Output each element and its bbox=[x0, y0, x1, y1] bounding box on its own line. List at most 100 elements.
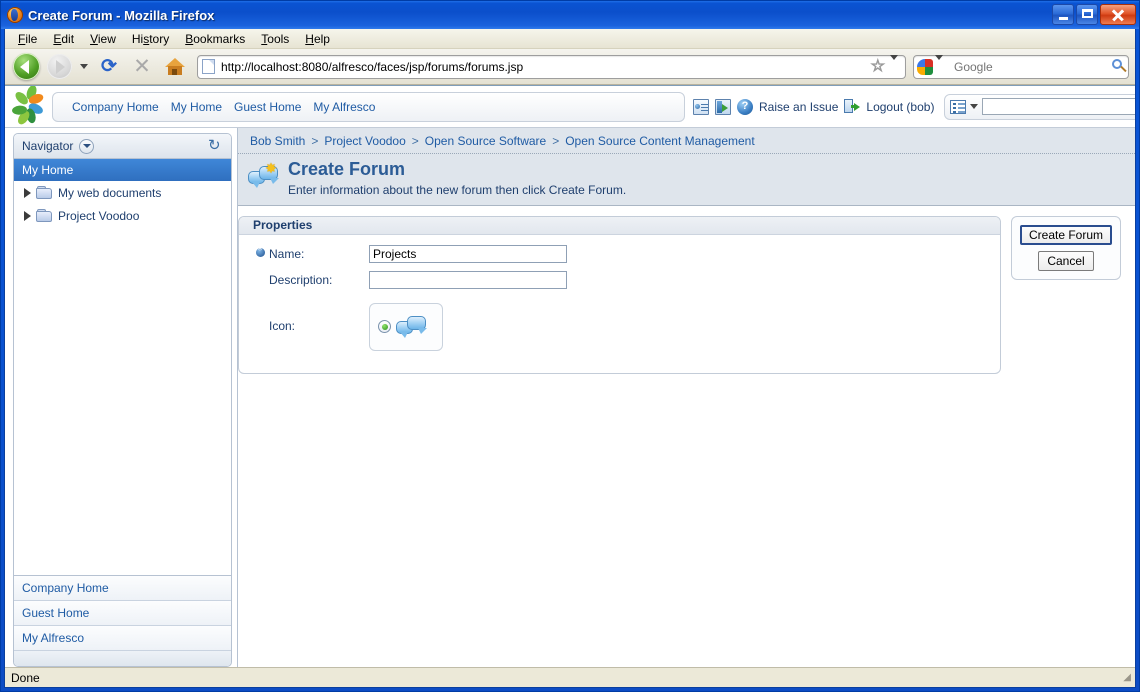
browser-search-input[interactable] bbox=[948, 58, 1111, 75]
page-title: Create Forum bbox=[288, 159, 406, 179]
page-viewport: Company Home My Home Guest Home My Alfre… bbox=[5, 85, 1135, 667]
content-body: Properties Name: Description: bbox=[238, 205, 1135, 667]
tree-item-my-web-documents[interactable]: My web documents bbox=[14, 181, 231, 204]
sidebar-item-my-home[interactable]: My Home bbox=[14, 159, 231, 181]
navigator-collapse-icon[interactable] bbox=[79, 138, 95, 154]
shelf-toggle-icon[interactable] bbox=[715, 98, 731, 115]
home-button[interactable] bbox=[160, 52, 190, 82]
url-bar[interactable]: http://localhost:8080/alfresco/faces/jsp… bbox=[197, 54, 906, 79]
properties-section-title: Properties bbox=[239, 216, 1000, 235]
breadcrumb-item-open-source-software[interactable]: Open Source Software bbox=[425, 134, 546, 148]
sidebar-shortcut-my-alfresco[interactable]: My Alfresco bbox=[14, 626, 231, 651]
alfresco-logo-icon bbox=[11, 86, 47, 126]
logout-link[interactable]: Logout (bob) bbox=[866, 100, 934, 114]
app-header-actions: ? Raise an Issue Logout (bob) bbox=[685, 93, 1135, 120]
close-button[interactable] bbox=[1100, 4, 1136, 25]
tree-item-label: Project Voodoo bbox=[58, 208, 140, 223]
raise-issue-link[interactable]: Raise an Issue bbox=[759, 100, 838, 114]
reload-icon: ⟳ bbox=[101, 56, 117, 77]
reload-button[interactable]: ⟳ bbox=[94, 52, 124, 82]
refresh-icon[interactable]: ↻ bbox=[208, 138, 225, 154]
menu-edit[interactable]: Edit bbox=[46, 30, 81, 48]
menu-history[interactable]: History bbox=[125, 30, 176, 48]
navigator-filler bbox=[14, 227, 231, 575]
title-bar: Create Forum - Mozilla Firefox bbox=[1, 1, 1139, 29]
forum-new-icon: ✸ bbox=[248, 160, 280, 192]
form-row-name: Name: bbox=[239, 241, 1000, 267]
logout-icon[interactable] bbox=[844, 98, 861, 115]
folder-icon bbox=[36, 186, 53, 199]
nav-tab-guest-home[interactable]: Guest Home bbox=[228, 100, 307, 114]
navigator-header: Navigator ↻ bbox=[14, 134, 231, 159]
form-row-icon: Icon: bbox=[239, 302, 1000, 351]
forum-icon bbox=[396, 314, 428, 340]
help-icon[interactable]: ? bbox=[737, 98, 753, 115]
app-search-input[interactable] bbox=[982, 98, 1135, 115]
breadcrumb-separator: > bbox=[552, 133, 560, 148]
sidebar-shortcut-company-home[interactable]: Company Home bbox=[14, 576, 231, 601]
home-icon bbox=[165, 57, 185, 76]
back-button[interactable] bbox=[11, 52, 41, 82]
navigator-title: Navigator bbox=[22, 139, 74, 153]
browser-search-bar[interactable] bbox=[913, 54, 1129, 79]
breadcrumb-item-project-voodoo[interactable]: Project Voodoo bbox=[324, 134, 405, 148]
resize-grip[interactable]: ◢ bbox=[1123, 672, 1132, 683]
window-title: Create Forum - Mozilla Firefox bbox=[28, 7, 215, 23]
new-star-icon: ✸ bbox=[265, 160, 277, 177]
search-options-icon[interactable] bbox=[950, 99, 967, 114]
breadcrumb-item-open-source-content-management[interactable]: Open Source Content Management bbox=[565, 134, 754, 148]
menu-file[interactable]: File bbox=[11, 30, 44, 48]
cancel-button[interactable]: Cancel bbox=[1038, 250, 1094, 271]
name-label: Name: bbox=[269, 246, 305, 261]
sidebar-shortcut-guest-home[interactable]: Guest Home bbox=[14, 601, 231, 626]
firefox-icon bbox=[7, 7, 23, 23]
required-field-icon bbox=[251, 244, 269, 260]
url-text: http://localhost:8080/alfresco/faces/jsp… bbox=[221, 59, 524, 74]
name-input[interactable] bbox=[369, 244, 567, 263]
url-dropdown-icon[interactable] bbox=[888, 54, 903, 74]
actions-panel: Create Forum Cancel bbox=[1011, 215, 1121, 280]
expand-triangle-icon[interactable] bbox=[24, 210, 31, 221]
icon-option-forum[interactable] bbox=[369, 302, 443, 351]
form-row-description: Description: bbox=[239, 267, 1000, 293]
page-description: Enter information about the new forum th… bbox=[288, 182, 627, 197]
page-icon bbox=[202, 59, 215, 74]
create-forum-button[interactable]: Create Forum bbox=[1019, 224, 1113, 245]
bookmark-star-icon[interactable]: ☆ bbox=[868, 58, 888, 75]
history-dropdown-icon[interactable] bbox=[77, 52, 91, 82]
icon-radio-selected[interactable] bbox=[378, 320, 391, 334]
tree-item-project-voodoo[interactable]: Project Voodoo bbox=[14, 204, 231, 227]
expand-triangle-icon[interactable] bbox=[24, 187, 31, 198]
menu-help[interactable]: Help bbox=[298, 30, 337, 48]
sidebar-shortcuts: Company Home Guest Home My Alfresco bbox=[14, 575, 231, 666]
icon-label: Icon: bbox=[269, 318, 296, 333]
sidebar-footer bbox=[14, 651, 231, 666]
breadcrumb-item-bob-smith[interactable]: Bob Smith bbox=[250, 134, 305, 148]
stop-button[interactable]: ✕ bbox=[127, 52, 157, 82]
search-options-caret-icon[interactable] bbox=[970, 104, 979, 109]
folder-icon bbox=[36, 209, 53, 222]
description-input[interactable] bbox=[369, 270, 567, 289]
status-text: Done bbox=[11, 670, 40, 685]
search-icon[interactable] bbox=[1111, 58, 1127, 75]
search-engine-dropdown-icon[interactable] bbox=[933, 54, 948, 74]
app-header: Company Home My Home Guest Home My Alfre… bbox=[5, 86, 1135, 128]
menu-bookmarks[interactable]: Bookmarks bbox=[178, 30, 252, 48]
nav-tab-my-alfresco[interactable]: My Alfresco bbox=[307, 100, 381, 114]
nav-tab-my-home[interactable]: My Home bbox=[165, 100, 228, 114]
nav-tab-company-home[interactable]: Company Home bbox=[66, 100, 165, 114]
minimize-button[interactable] bbox=[1052, 4, 1074, 25]
page-title-row: ✸ Create Forum Enter information about t… bbox=[238, 154, 1135, 205]
menu-bar: File Edit View History Bookmarks Tools H… bbox=[5, 29, 1135, 49]
maximize-button[interactable] bbox=[1076, 4, 1098, 25]
breadcrumb-separator: > bbox=[311, 133, 319, 148]
menu-view[interactable]: View bbox=[83, 30, 123, 48]
sidebar: Navigator ↻ My Home My web documents Pro… bbox=[5, 128, 237, 667]
menu-tools[interactable]: Tools bbox=[254, 30, 296, 48]
forward-button[interactable] bbox=[44, 52, 74, 82]
main-content: Bob Smith > Project Voodoo > Open Source… bbox=[237, 128, 1135, 667]
tree-item-label: My web documents bbox=[58, 185, 162, 200]
browser-window: Create Forum - Mozilla Firefox File Edit… bbox=[0, 0, 1140, 692]
user-details-icon[interactable] bbox=[693, 98, 709, 115]
navigator-panel: Navigator ↻ My Home My web documents Pro… bbox=[13, 133, 232, 667]
